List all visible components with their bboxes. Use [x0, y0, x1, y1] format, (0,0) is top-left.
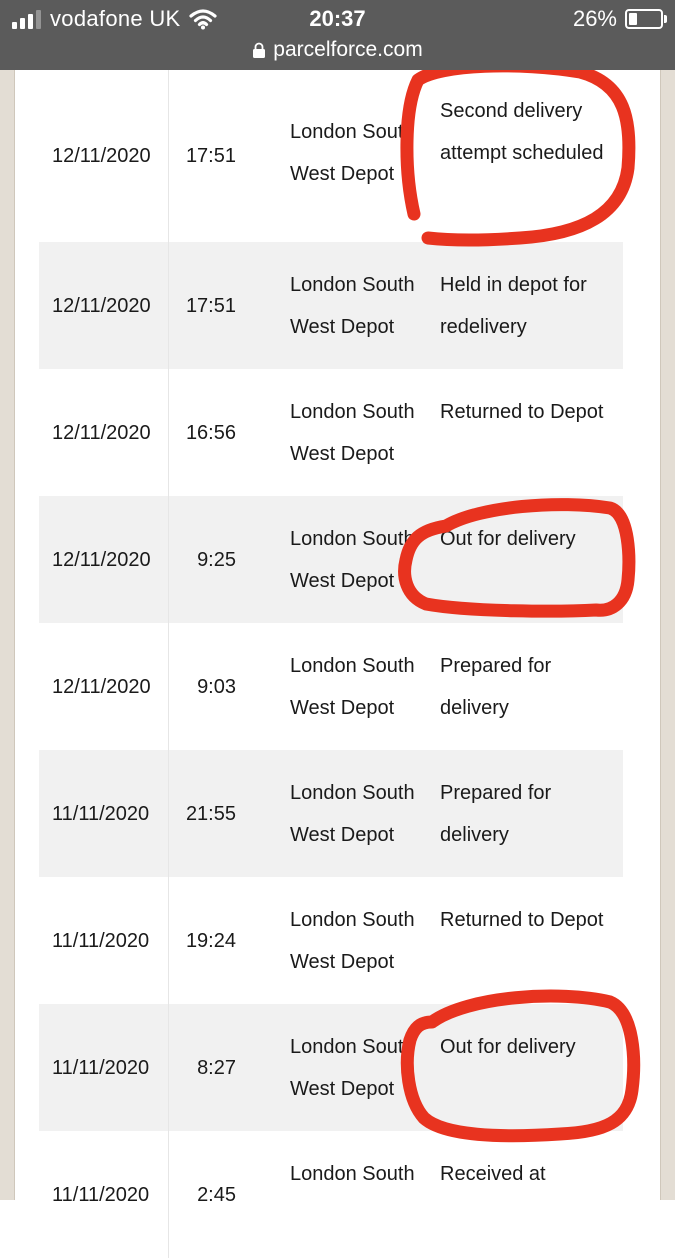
event-time: 2:45 [197, 1184, 236, 1206]
event-location: London South West Depot [290, 401, 415, 465]
event-date: 12/11/2020 [52, 422, 151, 444]
tracking-row: 11/11/2020 2:45 London South Received at [39, 1131, 623, 1258]
status-bar: vodafone UK 20:37 26% parcelforce.com [0, 0, 675, 70]
event-time: 16:56 [185, 422, 236, 444]
tracking-row: 12/11/2020 9:03 London South West Depot Pre… [39, 623, 623, 750]
event-location: London South West Depot [290, 1036, 415, 1100]
browser-frame-right [660, 70, 675, 1200]
event-date: 12/11/2020 [52, 295, 151, 317]
event-time: 17:51 [185, 145, 236, 167]
battery-icon [625, 9, 667, 29]
tracking-row: 12/11/2020 17:51 London South West Depot Se… [39, 70, 623, 242]
event-location: London South West Depot [290, 909, 415, 973]
event-status: Out for delivery [440, 1036, 576, 1058]
tracking-row: 12/11/2020 16:56 London South West Depot Re… [39, 369, 623, 496]
browser-frame-left [0, 70, 15, 1200]
event-location: London South West Depot [290, 782, 415, 846]
event-date: 11/11/2020 [52, 1184, 150, 1206]
battery-percent: 26% [572, 6, 617, 31]
event-location: London South [290, 1163, 415, 1185]
event-time: 9:25 [197, 549, 236, 571]
url-text: parcelforce.com [273, 38, 423, 61]
event-date: 11/11/2020 [52, 930, 150, 952]
event-time: 8:27 [197, 1057, 236, 1079]
event-status: Second delivery attempt scheduled [440, 100, 604, 164]
tracking-row: 12/11/2020 17:51 London South West Depot He… [39, 242, 623, 369]
event-status: Out for delivery [440, 528, 576, 550]
tracking-row: 11/11/2020 8:27 London South West Depot Out… [39, 1004, 623, 1131]
status-right: 26% [572, 6, 667, 32]
event-time: 17:51 [185, 295, 236, 317]
event-time: 21:55 [185, 803, 236, 825]
address-bar[interactable]: parcelforce.com [0, 36, 675, 64]
event-status: Held in depot for redelivery [440, 274, 587, 338]
event-status: Prepared for delivery [440, 655, 552, 719]
event-location: London South West Depot [290, 274, 415, 338]
event-date: 12/11/2020 [52, 145, 151, 167]
tracking-row: 12/11/2020 9:25 London South West Depot Out… [39, 496, 623, 623]
event-location: London South West Depot [290, 528, 415, 592]
event-date: 12/11/2020 [52, 676, 151, 698]
lock-icon [253, 42, 266, 58]
tracking-row: 11/11/2020 21:55 London South West Depot Pr… [39, 750, 623, 877]
event-date: 11/11/2020 [52, 1057, 150, 1079]
event-status: Returned to Depot [440, 401, 604, 423]
event-time: 19:24 [185, 930, 236, 952]
event-status: Received at [440, 1163, 546, 1185]
tracking-table: 12/11/2020 17:51 London South West Depot Se… [39, 70, 623, 1258]
event-time: 9:03 [197, 676, 236, 698]
event-status: Returned to Depot [440, 909, 604, 931]
event-location: London South West Depot [290, 655, 415, 719]
event-location: London South West Depot [290, 121, 415, 185]
event-status: Prepared for delivery [440, 782, 552, 846]
event-date: 12/11/2020 [52, 549, 151, 571]
tracking-row: 11/11/2020 19:24 London South West Depot Re… [39, 877, 623, 1004]
event-date: 11/11/2020 [52, 803, 150, 825]
